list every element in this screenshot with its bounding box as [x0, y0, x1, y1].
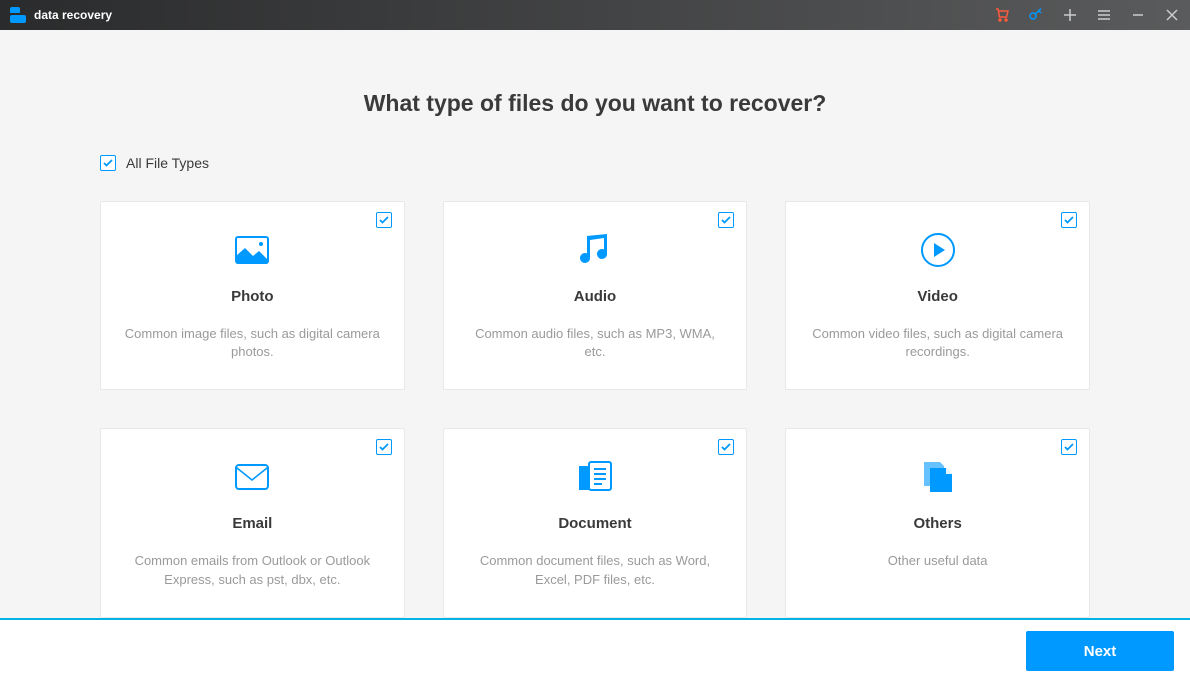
close-icon[interactable] [1164, 7, 1180, 23]
card-email[interactable]: Email Common emails from Outlook or Outl… [100, 428, 405, 617]
next-button[interactable]: Next [1026, 631, 1174, 671]
card-checkbox[interactable] [1061, 212, 1077, 228]
card-checkbox[interactable] [376, 212, 392, 228]
document-icon [577, 457, 613, 497]
footer: Next [0, 618, 1190, 682]
card-title: Document [558, 515, 631, 532]
card-document[interactable]: Document Common document files, such as … [443, 428, 748, 617]
files-icon [921, 457, 955, 497]
card-checkbox[interactable] [1061, 439, 1077, 455]
app-title: data recovery [34, 8, 112, 22]
card-title: Others [913, 515, 961, 532]
plus-icon[interactable] [1062, 7, 1078, 23]
card-audio[interactable]: Audio Common audio files, such as MP3, W… [443, 201, 748, 390]
audio-icon [580, 230, 610, 270]
page-title: What type of files do you want to recove… [100, 90, 1090, 117]
card-desc: Common document files, such as Word, Exc… [464, 552, 727, 588]
app-icon [10, 7, 26, 23]
video-icon [920, 230, 956, 270]
card-checkbox[interactable] [718, 212, 734, 228]
all-types-label: All File Types [126, 155, 209, 171]
minimize-icon[interactable] [1130, 7, 1146, 23]
titlebar: data recovery [0, 0, 1190, 30]
card-photo[interactable]: Photo Common image files, such as digita… [100, 201, 405, 390]
card-desc: Other useful data [888, 552, 988, 570]
image-icon [235, 230, 269, 270]
card-title: Audio [574, 288, 617, 305]
cart-icon[interactable] [994, 7, 1010, 23]
menu-icon[interactable] [1096, 7, 1112, 23]
card-others[interactable]: Others Other useful data [785, 428, 1090, 617]
card-title: Photo [231, 288, 274, 305]
card-desc: Common emails from Outlook or Outlook Ex… [121, 552, 384, 588]
card-checkbox[interactable] [718, 439, 734, 455]
key-icon[interactable] [1028, 7, 1044, 23]
card-title: Email [232, 515, 272, 532]
all-types-checkbox[interactable] [100, 155, 116, 171]
email-icon [235, 457, 269, 497]
card-desc: Common audio files, such as MP3, WMA, et… [464, 325, 727, 361]
card-checkbox[interactable] [376, 439, 392, 455]
card-desc: Common video files, such as digital came… [806, 325, 1069, 361]
card-desc: Common image files, such as digital came… [121, 325, 384, 361]
card-title: Video [917, 288, 958, 305]
card-video[interactable]: Video Common video files, such as digita… [785, 201, 1090, 390]
